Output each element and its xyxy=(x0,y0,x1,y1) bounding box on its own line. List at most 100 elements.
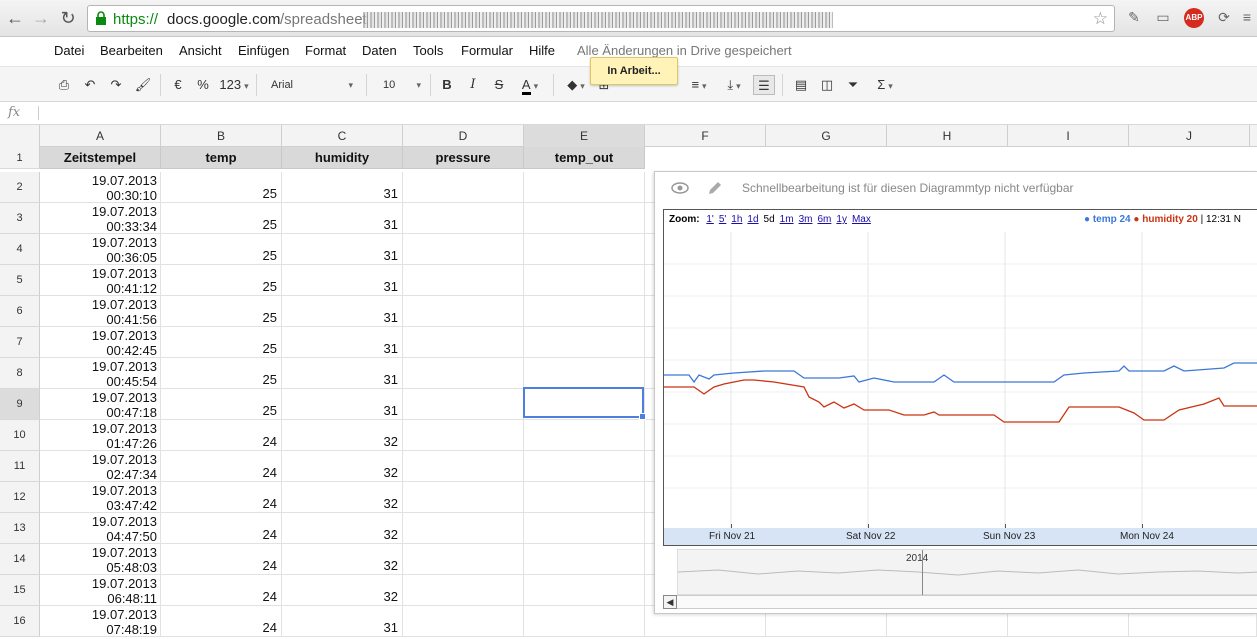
temp-cell[interactable]: 25 xyxy=(161,296,282,327)
scroll-left-button[interactable]: ◀ xyxy=(663,595,677,609)
menu-ansicht[interactable]: Ansicht xyxy=(179,43,222,58)
humidity-cell[interactable]: 31 xyxy=(282,389,403,420)
align-icon[interactable]: ≡ xyxy=(682,75,716,95)
zoom-option[interactable]: 1h xyxy=(731,214,742,225)
bookmark-star-icon[interactable]: ☆ xyxy=(1093,9,1108,29)
menu-datei[interactable]: Datei xyxy=(54,43,84,58)
temp-cell[interactable]: 24 xyxy=(161,451,282,482)
empty-cell[interactable] xyxy=(403,265,524,296)
menu-icon[interactable]: ≡ xyxy=(1237,9,1257,29)
column-header-i[interactable]: I xyxy=(1008,125,1129,147)
font-family-select[interactable]: Arial ▾ xyxy=(263,75,355,95)
row-header-11[interactable]: 11 xyxy=(0,451,40,482)
timestamp-cell[interactable]: 19.07.2013 00:36:05 xyxy=(40,234,161,265)
header-cell-pressure[interactable]: pressure xyxy=(403,147,524,169)
paint-format-icon[interactable]: 🖌 xyxy=(133,75,153,95)
column-header-e[interactable]: E xyxy=(524,125,645,147)
zoom-option[interactable]: 1' xyxy=(706,214,713,225)
humidity-cell[interactable]: 31 xyxy=(282,606,403,637)
timestamp-cell[interactable]: 19.07.2013 02:47:34 xyxy=(40,451,161,482)
zoom-option[interactable]: 5' xyxy=(719,214,726,225)
column-header-b[interactable]: B xyxy=(161,125,282,147)
temp-cell[interactable]: 25 xyxy=(161,265,282,296)
empty-cell[interactable] xyxy=(403,234,524,265)
header-cell-humidity[interactable]: humidity xyxy=(282,147,403,169)
humidity-cell[interactable]: 32 xyxy=(282,575,403,606)
column-header-a[interactable]: A xyxy=(40,125,161,147)
comment-icon[interactable]: ▤ xyxy=(792,75,810,95)
temp-cell[interactable]: 25 xyxy=(161,327,282,358)
empty-cell[interactable] xyxy=(403,575,524,606)
header-cell-temp_out[interactable]: temp_out xyxy=(524,147,645,169)
empty-cell[interactable] xyxy=(524,420,645,451)
menu-formular[interactable]: Formular xyxy=(461,43,513,58)
filter-icon[interactable]: ⏷ xyxy=(844,75,862,95)
row-header-12[interactable]: 12 xyxy=(0,482,40,513)
humidity-cell[interactable]: 31 xyxy=(282,172,403,203)
temp-cell[interactable]: 25 xyxy=(161,234,282,265)
row-header-4[interactable]: 4 xyxy=(0,234,40,265)
fill-color-icon[interactable]: ◆ xyxy=(560,75,592,95)
row-header-5[interactable]: 5 xyxy=(0,265,40,296)
print-icon[interactable]: ⎙ xyxy=(54,75,74,95)
address-bar[interactable]: https:// docs.google.com /spreadsheet ☆ xyxy=(87,5,1115,32)
functions-icon[interactable]: Σ xyxy=(870,75,900,95)
empty-cell[interactable] xyxy=(524,451,645,482)
forward-icon[interactable]: → xyxy=(30,7,52,29)
column-header-d[interactable]: D xyxy=(403,125,524,147)
active-cell-E9[interactable] xyxy=(523,387,646,420)
temp-cell[interactable]: 24 xyxy=(161,513,282,544)
zoom-option[interactable]: 1d xyxy=(747,214,758,225)
timestamp-cell[interactable]: 19.07.2013 00:41:12 xyxy=(40,265,161,296)
range-handle[interactable] xyxy=(922,550,923,596)
humidity-cell[interactable]: 31 xyxy=(282,296,403,327)
timestamp-cell[interactable]: 19.07.2013 06:48:11 xyxy=(40,575,161,606)
row-header-3[interactable]: 3 xyxy=(0,203,40,234)
strikethrough-button[interactable]: S xyxy=(491,75,507,95)
empty-cell[interactable] xyxy=(524,203,645,234)
humidity-cell[interactable]: 31 xyxy=(282,265,403,296)
empty-cell[interactable] xyxy=(524,296,645,327)
humidity-cell[interactable]: 31 xyxy=(282,327,403,358)
chart-icon[interactable]: ◫ xyxy=(818,75,836,95)
row-header-6[interactable]: 6 xyxy=(0,296,40,327)
menu-daten[interactable]: Daten xyxy=(362,43,397,58)
column-header-c[interactable]: C xyxy=(282,125,403,147)
adblock-icon[interactable]: ABP xyxy=(1184,8,1204,28)
currency-button[interactable]: € xyxy=(170,75,186,95)
row-header-8[interactable]: 8 xyxy=(0,358,40,389)
eyedropper-icon[interactable]: ✎ xyxy=(1124,9,1144,29)
temp-cell[interactable]: 25 xyxy=(161,389,282,420)
timestamp-cell[interactable]: 19.07.2013 00:45:54 xyxy=(40,358,161,389)
temp-cell[interactable]: 24 xyxy=(161,544,282,575)
header-cell-zeitstempel[interactable]: Zeitstempel xyxy=(40,147,161,169)
menu-tools[interactable]: Tools xyxy=(413,43,443,58)
timestamp-cell[interactable]: 19.07.2013 03:47:42 xyxy=(40,482,161,513)
range-selector[interactable]: 2014 xyxy=(677,549,1257,596)
temp-cell[interactable]: 25 xyxy=(161,172,282,203)
row-header-9[interactable]: 9 xyxy=(0,389,40,420)
empty-cell[interactable] xyxy=(403,420,524,451)
zoom-option[interactable]: 6m xyxy=(817,214,831,225)
column-header-j[interactable]: J xyxy=(1129,125,1250,147)
empty-cell[interactable] xyxy=(524,513,645,544)
empty-cell[interactable] xyxy=(403,203,524,234)
chart-container[interactable]: Schnellbearbeitung ist für diesen Diagra… xyxy=(654,171,1257,614)
eye-icon[interactable] xyxy=(671,181,689,195)
timestamp-cell[interactable]: 19.07.2013 00:33:34 xyxy=(40,203,161,234)
empty-cell[interactable] xyxy=(403,358,524,389)
empty-cell[interactable] xyxy=(403,389,524,420)
empty-cell[interactable] xyxy=(403,296,524,327)
empty-cell[interactable] xyxy=(524,544,645,575)
text-color-button[interactable]: A xyxy=(513,75,547,95)
column-header-g[interactable]: G xyxy=(766,125,887,147)
humidity-cell[interactable]: 31 xyxy=(282,203,403,234)
row-header-2[interactable]: 2 xyxy=(0,172,40,203)
timestamp-cell[interactable]: 19.07.2013 05:48:03 xyxy=(40,544,161,575)
percent-button[interactable]: % xyxy=(195,75,211,95)
empty-cell[interactable] xyxy=(524,327,645,358)
temp-cell[interactable]: 25 xyxy=(161,358,282,389)
timestamp-cell[interactable]: 19.07.2013 00:30:10 xyxy=(40,172,161,203)
empty-cell[interactable] xyxy=(524,482,645,513)
zoom-option[interactable]: 3m xyxy=(799,214,813,225)
